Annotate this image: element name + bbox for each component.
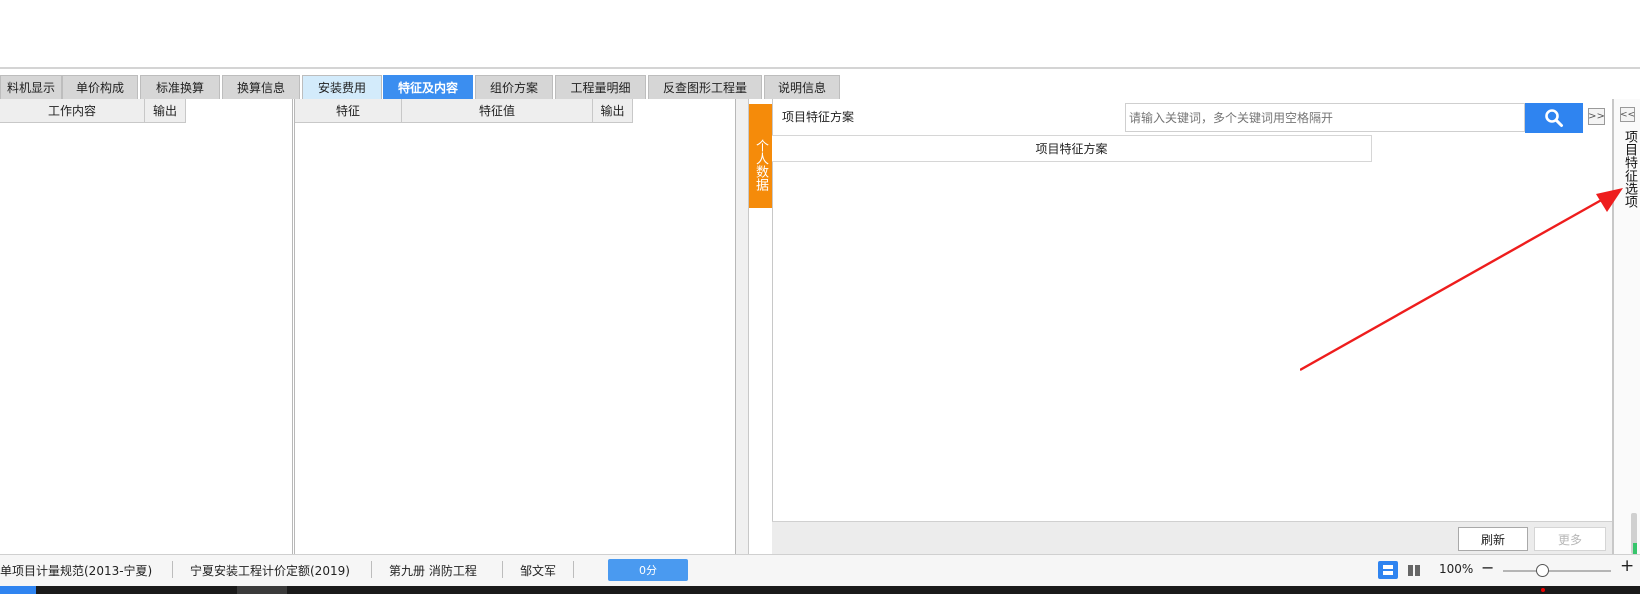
- tab-conversion-info[interactable]: 换算信息: [222, 75, 300, 99]
- tab-pricing-scheme[interactable]: 组价方案: [475, 75, 553, 99]
- tab-unit-price-composition[interactable]: 单价构成: [62, 75, 138, 99]
- zoom-slider-track[interactable]: [1503, 570, 1611, 572]
- zoom-level: 100%: [1439, 562, 1474, 576]
- tab-bar: 料机显示 单价构成 标准换算 换算信息 安装费用 特征及内容 组价方案 工程量明…: [0, 71, 1640, 99]
- status-separator: [371, 561, 372, 578]
- feature-panel: 特征 特征值 输出: [294, 99, 736, 554]
- taskbar-start-accent[interactable]: [0, 586, 36, 594]
- status-separator: [172, 561, 173, 578]
- zoom-in-button[interactable]: +: [1620, 556, 1634, 576]
- score-badge[interactable]: 0分: [608, 559, 688, 581]
- search-button[interactable]: [1525, 103, 1583, 133]
- search-icon: [1545, 109, 1563, 127]
- top-blank-area: [0, 0, 1640, 69]
- status-separator: [502, 561, 503, 578]
- scheme-title: 项目特征方案: [782, 110, 855, 124]
- layout-columns-icon: [1408, 565, 1420, 576]
- refresh-button[interactable]: 刷新: [1458, 527, 1528, 551]
- tab-description-info[interactable]: 说明信息: [764, 75, 840, 99]
- tab-reverse-lookup-quantity[interactable]: 反查图形工程量: [648, 75, 762, 99]
- tab-material-display[interactable]: 料机显示: [0, 75, 62, 99]
- status-user: 邹文军: [520, 564, 557, 578]
- red-arrow-annotation: [1300, 188, 1623, 372]
- collapse-icon[interactable]: <<: [1620, 107, 1635, 122]
- layout-view-icon[interactable]: [1378, 561, 1398, 579]
- taskbar-app-item[interactable]: [237, 586, 287, 594]
- header-feature[interactable]: 特征: [295, 99, 402, 123]
- status-separator: [573, 561, 574, 578]
- status-volume: 第九册 消防工程: [389, 564, 477, 578]
- header-output[interactable]: 输出: [145, 99, 186, 123]
- zoom-slider-handle[interactable]: [1536, 564, 1549, 577]
- work-content-panel: 工作内容 输出: [0, 99, 293, 554]
- expand-icon[interactable]: >>: [1588, 108, 1605, 125]
- header-work-content[interactable]: 工作内容: [0, 99, 145, 123]
- notification-dot: [1541, 588, 1545, 592]
- scroll-indicator: [1633, 543, 1637, 554]
- layout-rows-icon: [1383, 565, 1393, 575]
- panel-splitter[interactable]: [736, 99, 749, 554]
- keyword-search-input[interactable]: [1125, 103, 1525, 132]
- personal-data-tab[interactable]: 个人数据: [749, 104, 772, 208]
- zoom-out-button[interactable]: −: [1481, 558, 1494, 577]
- tab-quantity-details[interactable]: 工程量明细: [555, 75, 646, 99]
- tab-standard-conversion[interactable]: 标准换算: [140, 75, 220, 99]
- scheme-table-header[interactable]: 项目特征方案: [772, 135, 1372, 162]
- tab-installation-fee[interactable]: 安装费用: [302, 75, 382, 99]
- status-norm: 单项目计量规范(2013-宁夏): [0, 564, 153, 578]
- header-mid-output[interactable]: 输出: [593, 99, 633, 123]
- split-view-icon[interactable]: [1405, 562, 1423, 579]
- tab-features-and-content[interactable]: 特征及内容: [383, 75, 473, 99]
- header-feature-value[interactable]: 特征值: [402, 99, 593, 123]
- more-button[interactable]: 更多: [1534, 527, 1606, 551]
- status-quota: 宁夏安装工程计价定额(2019): [190, 564, 350, 578]
